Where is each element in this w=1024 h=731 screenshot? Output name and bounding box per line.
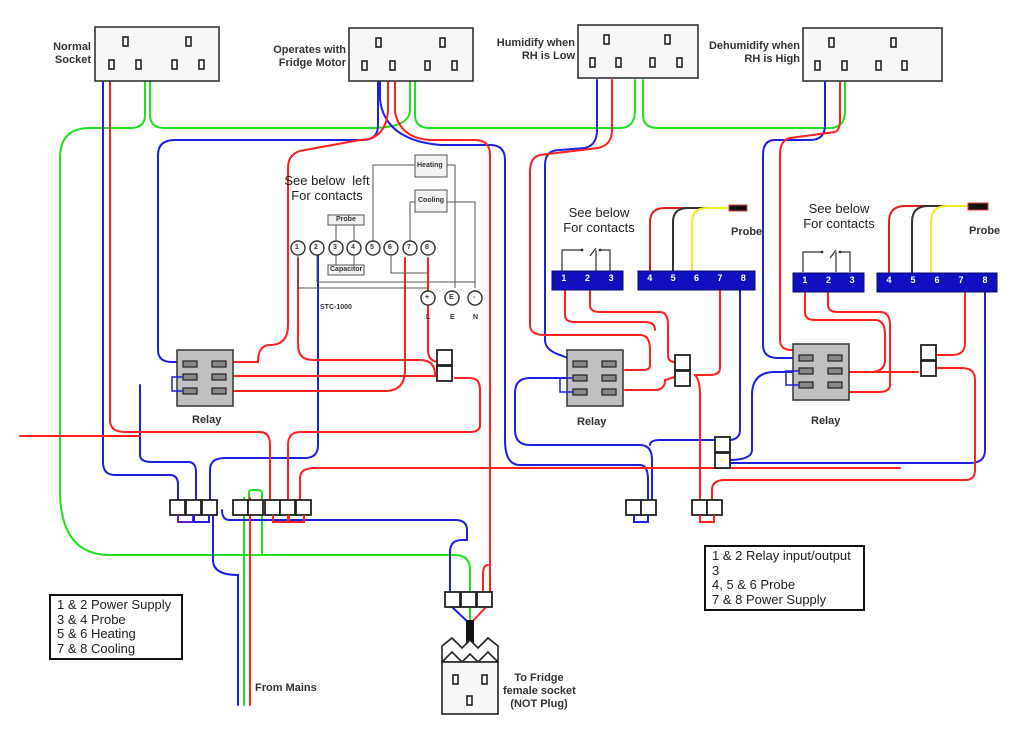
humid1-terminals-right: 4 5 6 7 8: [638, 273, 755, 283]
neutral-wire-loop: [649, 439, 719, 446]
legend-line: 4, 5 & 6 Probe: [712, 577, 796, 592]
stc-terminal-3: 3: [333, 244, 337, 251]
fridge-cable-live: [471, 606, 487, 623]
terminal-2: 2: [584, 273, 590, 283]
socket-dehumidify: [802, 27, 943, 82]
terminal-7: 7: [717, 273, 723, 283]
probe-wire-black-2: [911, 205, 971, 273]
terminal-4: 4: [647, 273, 653, 283]
legend-line: 3: [712, 562, 720, 578]
terminal-3: 3: [849, 275, 855, 285]
stc-label-l: L: [426, 314, 431, 321]
earth-wire-top3: [642, 79, 846, 129]
socket-fridge-motor: [348, 27, 474, 82]
legend-line: 7 & 8 Cooling: [57, 640, 136, 656]
relay-3: [785, 343, 850, 401]
stc-power-plus: +: [425, 294, 430, 301]
legend-stc-terminals: 1 & 2 Power Supply 3 & 4 Probe 5 & 6 Hea…: [49, 594, 183, 660]
live-wire-humid2: [564, 289, 656, 331]
relay-3-label: Relay: [811, 415, 841, 427]
terminal-8: 8: [982, 275, 988, 285]
live-wire-8: [287, 377, 481, 501]
live-wire-6: [427, 257, 441, 363]
terminal-7: 7: [958, 275, 964, 285]
live-wire-dehumid4: [936, 289, 966, 356]
socket-humidify: [577, 24, 699, 79]
label-fridge-socket: To Fridge female socket (NOT Plug): [503, 672, 576, 710]
terminal-6: 6: [934, 275, 940, 285]
label-fridge-motor-socket: Operates with Fridge Motor: [273, 44, 346, 69]
probe-wire-black-1: [672, 207, 731, 273]
legend-line: 1 & 2 Power Supply: [57, 597, 172, 612]
stc-terminal-6: 6: [388, 244, 392, 251]
live-wire-humid5: [624, 375, 679, 391]
terminal-1: 1: [802, 275, 808, 285]
label-humidify-socket: Humidify when RH is Low: [496, 37, 575, 62]
earth-wire-main: [59, 79, 471, 597]
earth-wire-top2: [414, 79, 636, 129]
legend-line: 1 & 2 Relay input/output: [712, 548, 851, 563]
terminal-6: 6: [693, 273, 699, 283]
stc-model-label: STC-1000: [320, 304, 352, 311]
probe-wire-yellow-1: [691, 207, 731, 273]
stc-terminal-8: 8: [425, 244, 429, 251]
probe-wire-red-1: [649, 207, 731, 273]
stc-probe-label: Probe: [336, 216, 356, 223]
earth-wire-top: [149, 79, 411, 129]
live-wire-humid4: [694, 289, 721, 376]
label-dehumidify-socket: Dehumidify when RH is High: [708, 40, 800, 65]
stc-power-minus: -: [473, 294, 476, 301]
humid2-terminals-left: 1 2 3: [793, 275, 864, 285]
fridge-female-socket: [441, 636, 499, 715]
stc-power-e: E: [449, 294, 454, 301]
stc-terminal-7: 7: [407, 244, 411, 251]
relay-2: [559, 349, 624, 407]
relay-2-label: Relay: [577, 416, 607, 428]
probe-label-1: Probe: [731, 226, 763, 238]
stc-terminal-4: 4: [351, 244, 355, 251]
terminal-1: 1: [561, 273, 567, 283]
live-wire-11: [299, 467, 901, 501]
legend-line: 3 & 4 Probe: [57, 611, 126, 627]
probe-wire-red-2: [888, 205, 971, 273]
humid2-terminals-right: 4 5 6 7 8: [877, 275, 997, 285]
legend-humidity-terminals: 1 & 2 Relay input/output 3 4, 5 & 6 Prob…: [704, 545, 865, 611]
neutral-wire-fridge: [221, 509, 468, 597]
note-humid-contacts: See below For contacts: [563, 205, 635, 235]
stc-capacitor-label: Capacitor: [330, 266, 363, 273]
note-dehumid-contacts: See below For contacts: [803, 201, 875, 231]
stc-terminal-5: 5: [370, 244, 374, 251]
stc-label-n: N: [473, 314, 479, 321]
live-wire-2: [233, 79, 389, 363]
stc-label-e: E: [450, 314, 455, 321]
relay-1: [171, 349, 234, 407]
live-wire-humid6: [694, 374, 701, 501]
terminal-8: 8: [740, 273, 746, 283]
terminal-4: 4: [886, 275, 892, 285]
stc-heating-label: Heating: [417, 162, 443, 169]
label-from-mains: From Mains: [255, 682, 317, 694]
live-wire-5: [233, 257, 406, 392]
legend-line: 5 & 6 Heating: [57, 626, 136, 641]
probe-label-2: Probe: [969, 225, 1001, 237]
label-normal-socket: Normal Socket: [53, 41, 91, 66]
note-stc-contacts: See below left For contacts: [284, 173, 370, 203]
stc-terminal-1: 1: [295, 244, 299, 251]
legend-line: 7 & 8 Power Supply: [712, 591, 827, 607]
terminal-2: 2: [825, 275, 831, 285]
socket-normal: [94, 26, 220, 82]
neutral-wire-mains: [212, 514, 239, 706]
terminal-5: 5: [910, 275, 916, 285]
humid1-terminals-left: 1 2 3: [552, 273, 623, 283]
neutral-wire-humid3: [717, 289, 741, 441]
terminal-3: 3: [608, 273, 614, 283]
stc-cooling-label: Cooling: [418, 197, 445, 204]
stc-terminal-2: 2: [314, 244, 318, 251]
terminal-5: 5: [670, 273, 676, 283]
fridge-cable-neutral: [451, 606, 469, 623]
probe-wire-yellow-2: [930, 205, 971, 273]
relay-1-label: Relay: [192, 414, 222, 426]
